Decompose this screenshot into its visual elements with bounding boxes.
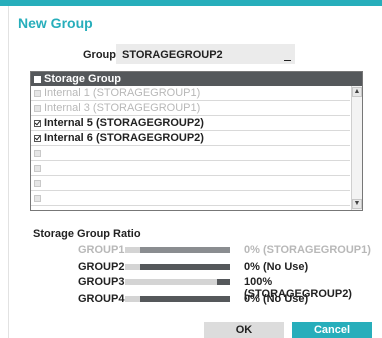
storage-row[interactable]: Internal 6 (STORAGEGROUP2) xyxy=(31,131,350,146)
storage-row xyxy=(31,146,350,161)
table-header: Storage Group xyxy=(31,72,362,86)
ratio-bar xyxy=(125,247,230,253)
storage-row-checkbox[interactable] xyxy=(34,134,41,142)
storage-row[interactable]: Internal 5 (STORAGEGROUP2) xyxy=(31,116,350,131)
ok-button[interactable]: OK xyxy=(204,322,284,338)
storage-row-checkbox xyxy=(34,104,41,112)
storage-row-checkbox xyxy=(34,194,41,202)
storage-row-label: Internal 1 (STORAGEGROUP1) xyxy=(44,87,201,99)
ratio-value: 0% (STORAGEGROUP1) xyxy=(244,244,371,256)
group-name-value: STORAGEGROUP2 xyxy=(122,49,223,61)
group-label: Group xyxy=(83,49,116,61)
storage-row-checkbox xyxy=(34,149,41,157)
ratio-group-name: GROUP3 xyxy=(78,276,125,288)
storage-row: Internal 3 (STORAGEGROUP1) xyxy=(31,101,350,116)
ratio-value: 0% (No Use) xyxy=(244,261,309,273)
ratio-bar xyxy=(125,279,230,285)
storage-row-label: Internal 5 (STORAGEGROUP2) xyxy=(44,117,204,129)
ratio-bar-fill xyxy=(125,247,140,253)
storage-list: Internal 1 (STORAGEGROUP1) Internal 3 (ST… xyxy=(31,86,350,210)
table-scrollbar[interactable]: ▲ ▼ xyxy=(351,86,362,210)
group-name-input[interactable]: STORAGEGROUP2 xyxy=(116,44,295,64)
ratio-row: GROUP1 0% (STORAGEGROUP1) xyxy=(0,243,382,257)
select-all-checkbox[interactable] xyxy=(34,75,41,83)
ratio-group-name: GROUP2 xyxy=(78,261,125,273)
ratio-bar xyxy=(125,296,230,302)
ratio-bar-fill xyxy=(125,279,218,285)
storage-row-checkbox xyxy=(34,164,41,172)
storage-row: Internal 1 (STORAGEGROUP1) xyxy=(31,86,350,101)
dialog-title: New Group xyxy=(18,15,93,31)
storage-row-label: Internal 3 (STORAGEGROUP1) xyxy=(44,102,201,114)
ratio-row: GROUP2 0% (No Use) xyxy=(0,260,382,274)
ratio-bar-fill xyxy=(125,264,140,270)
text-cursor xyxy=(284,60,291,61)
storage-row xyxy=(31,191,350,206)
ratio-row: GROUP3 100% (STORAGEGROUP2) xyxy=(0,275,382,300)
ratio-row: GROUP4 0% (No Use) xyxy=(0,292,382,306)
scroll-down-icon[interactable]: ▼ xyxy=(352,199,362,209)
storage-row-checkbox[interactable] xyxy=(34,119,41,127)
ratio-group-name: GROUP4 xyxy=(78,293,125,305)
ratio-bar-fill xyxy=(125,296,140,302)
storage-group-table: Storage Group Internal 1 (STORAGEGROUP1)… xyxy=(30,71,363,211)
ratio-value: 0% (No Use) xyxy=(244,293,309,305)
storage-row-label: Internal 6 (STORAGEGROUP2) xyxy=(44,132,204,144)
new-group-dialog: New Group Group STORAGEGROUP2 Storage Gr… xyxy=(0,0,382,338)
table-header-label: Storage Group xyxy=(44,73,122,85)
storage-row-checkbox xyxy=(34,89,41,97)
storage-row xyxy=(31,161,350,176)
ratio-bar xyxy=(125,264,230,270)
cancel-button[interactable]: Cancel xyxy=(292,322,372,338)
storage-group-ratio-title: Storage Group Ratio xyxy=(33,228,141,240)
storage-row xyxy=(31,176,350,191)
storage-row-checkbox xyxy=(34,179,41,187)
ratio-group-name: GROUP1 xyxy=(78,244,125,256)
scroll-up-icon[interactable]: ▲ xyxy=(352,87,362,97)
